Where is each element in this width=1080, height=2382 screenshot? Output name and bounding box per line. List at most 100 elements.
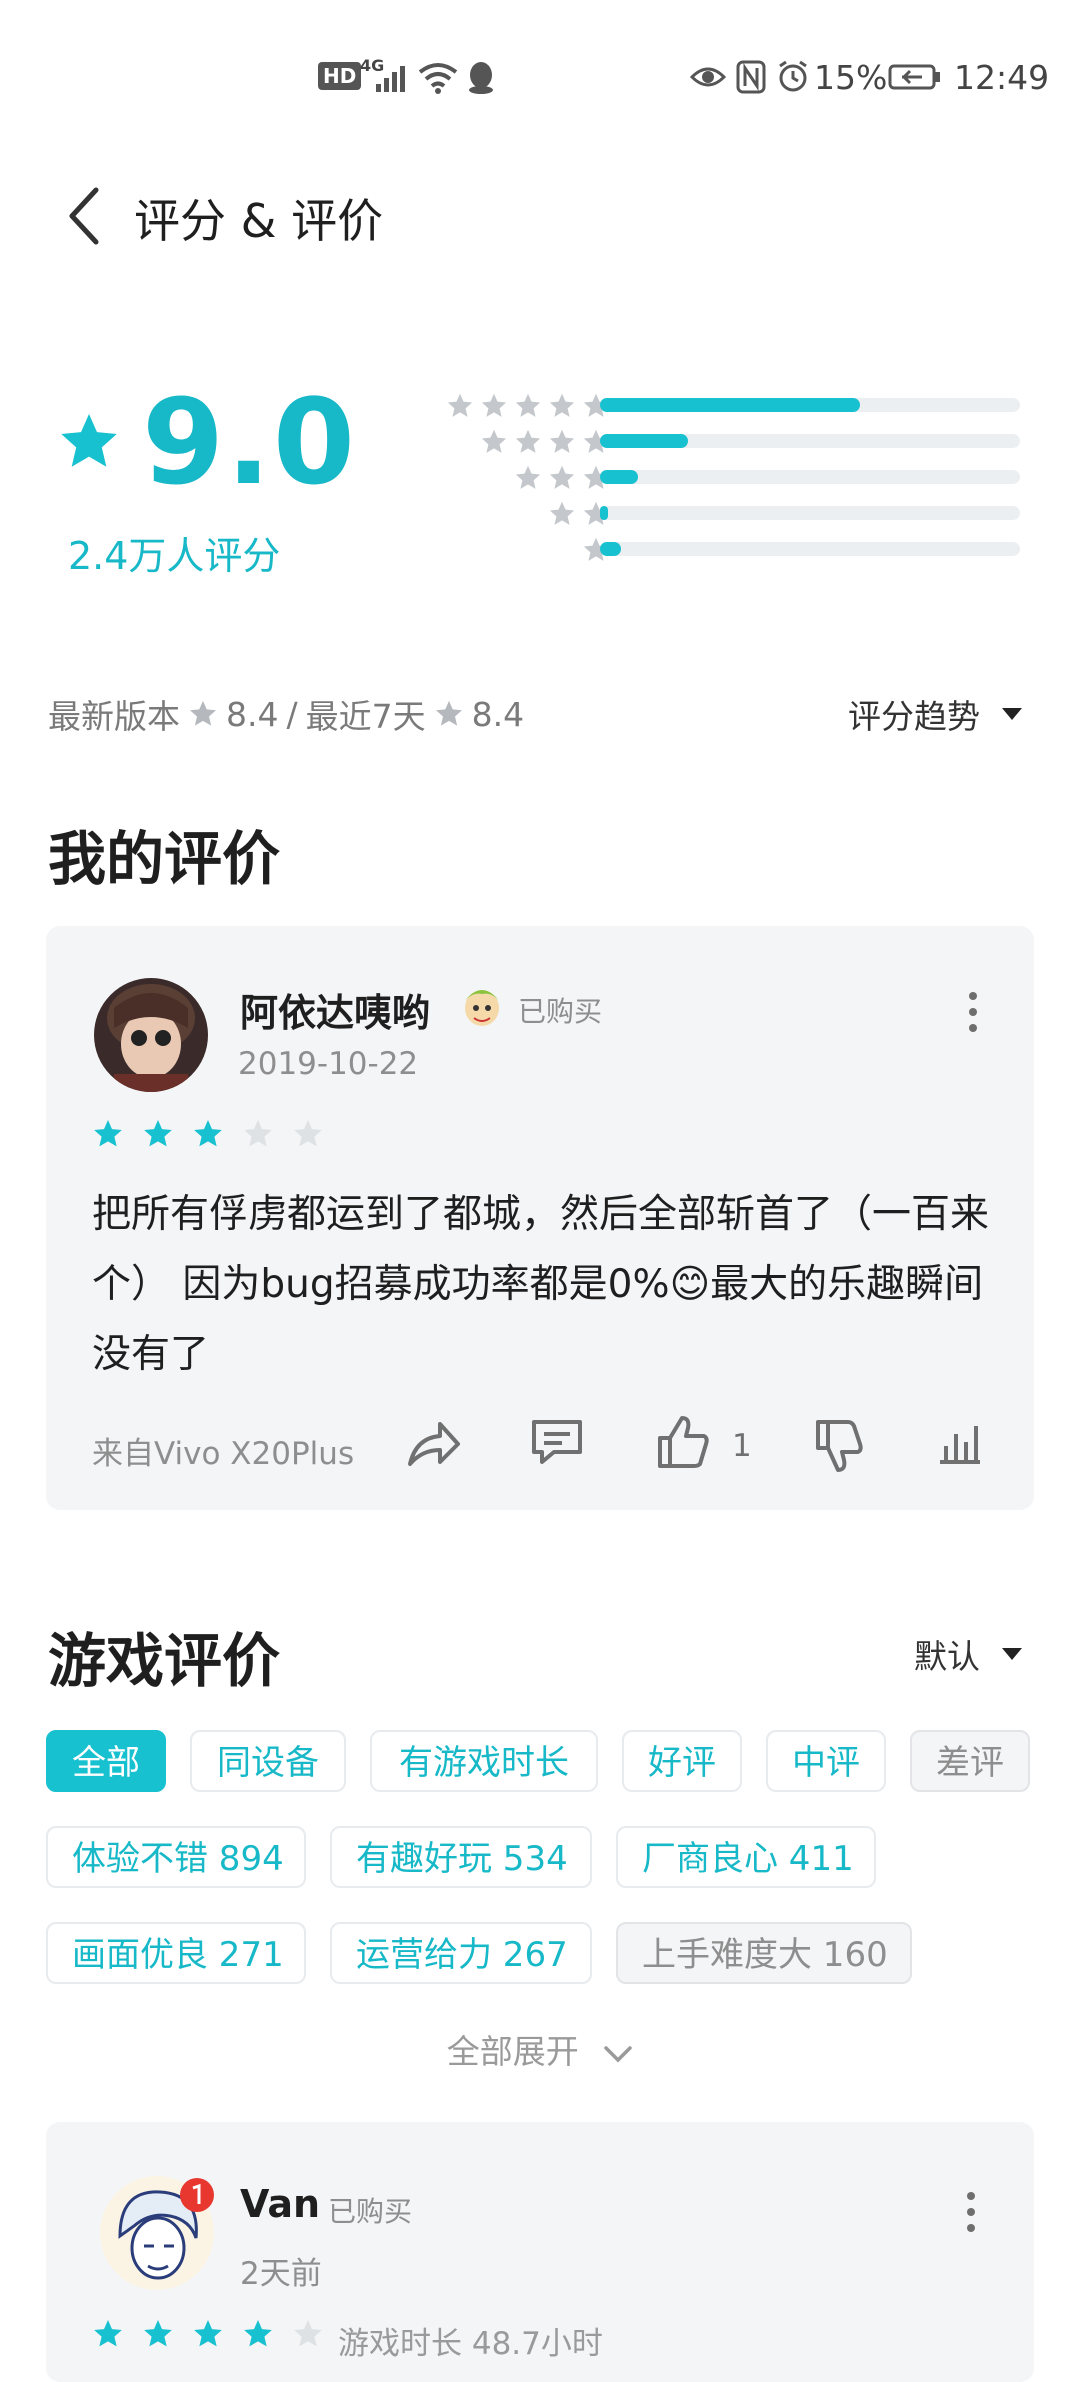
star-icon — [481, 393, 507, 417]
filter-chip-1[interactable]: 同设备 — [190, 1730, 346, 1792]
tag-chip-1[interactable]: 有趣好玩 534 — [330, 1826, 592, 1888]
alarm-icon — [779, 60, 807, 92]
notification-badge-icon — [180, 2178, 214, 2212]
rating-trend-dropdown[interactable]: 评分趋势 — [848, 690, 1022, 738]
distribution-bar-fill — [600, 398, 861, 412]
expand-all-button[interactable]: 全部展开 — [0, 2025, 1080, 2073]
user-badge-icon — [464, 990, 500, 1026]
star-icon — [515, 393, 541, 417]
distribution-row-1-stars — [380, 536, 1020, 564]
distribution-bar-fill — [600, 434, 689, 448]
overall-score: 9.0 — [142, 373, 358, 511]
reviewer-name: Van — [240, 2182, 321, 2226]
filter-chip-3[interactable]: 好评 — [622, 1730, 742, 1792]
reviewer-name: 阿依达咦哟 — [240, 991, 431, 1035]
my-review-heading: 我的评价 — [48, 825, 281, 893]
more-options-icon[interactable] — [966, 2192, 976, 2232]
star-icon — [447, 393, 473, 417]
like-icon[interactable] — [656, 1414, 710, 1470]
eye-icon — [690, 67, 726, 87]
share-icon[interactable] — [406, 1418, 462, 1470]
device-source: 来自Vivo X20Plus — [92, 1436, 355, 1472]
star-icon — [481, 429, 507, 453]
star-icon — [549, 501, 575, 525]
distribution-stars — [514, 464, 610, 492]
distribution-bar-track — [600, 470, 1020, 484]
star-icon — [549, 429, 575, 453]
tag-chip-3[interactable]: 画面优良 271 — [46, 1922, 306, 1984]
qq-icon — [469, 62, 493, 94]
filter-chip-0[interactable]: 全部 — [46, 1730, 166, 1792]
tag-chip-5[interactable]: 上手难度大 160 — [616, 1922, 912, 1984]
latest-version-label: 最新版本 — [48, 697, 180, 736]
distribution-row-2-stars — [380, 500, 1020, 528]
distribution-bar-fill — [600, 470, 638, 484]
review-card: Van 已购买 2天前 游戏时长 48.7小时 — [46, 2122, 1034, 2382]
latest-version-score: 8.4 — [226, 694, 279, 734]
purchased-badge: 已购买 — [328, 2195, 413, 2228]
star-icon — [144, 2320, 172, 2347]
distribution-bar-track — [600, 434, 1020, 448]
wifi-icon — [418, 63, 458, 94]
star-icon — [94, 1120, 122, 1147]
dropdown-arrow-icon — [1002, 708, 1022, 720]
nfc-icon — [736, 60, 766, 94]
stats-icon[interactable] — [936, 1420, 984, 1466]
like-count: 1 — [732, 1428, 752, 1464]
distribution-row-4-stars — [380, 428, 1020, 456]
recent-label: 最近7天 — [305, 697, 426, 736]
review-rating — [92, 2318, 324, 2350]
review-date: 2019-10-22 — [238, 1046, 419, 1082]
star-icon — [144, 1120, 172, 1147]
comment-icon[interactable] — [530, 1416, 584, 1468]
status-bar: HD 4G 15% 12:49 — [0, 52, 1080, 102]
dislike-icon[interactable] — [814, 1418, 864, 1474]
star-icon — [549, 465, 575, 489]
distribution-stars — [446, 392, 610, 420]
battery-percent: 15% — [814, 58, 888, 97]
hd-icon: HD — [318, 62, 362, 90]
battery-charging-icon — [888, 64, 940, 90]
version-scores: 最新版本 8.4 / 最近7天 8.4 — [48, 690, 524, 738]
separator: / — [286, 694, 298, 734]
filter-chip-2[interactable]: 有游戏时长 — [370, 1730, 598, 1792]
distribution-bar-fill — [600, 542, 621, 556]
signal-icon — [376, 66, 405, 92]
star-icon — [515, 429, 541, 453]
rating-count: 2.4万人评分 — [68, 534, 281, 578]
distribution-row-3-stars — [380, 464, 1020, 492]
chevron-down-icon — [604, 2045, 632, 2062]
sort-dropdown[interactable]: 默认 — [914, 1630, 1022, 1678]
tag-chip-4[interactable]: 运营给力 267 — [330, 1922, 592, 1984]
my-review-card: 阿依达咦哟 已购买 2019-10-22 把所有俘虏都运到了都城，然后全部斩首了… — [46, 926, 1034, 1510]
star-icon — [549, 393, 575, 417]
filter-chip-4[interactable]: 中评 — [766, 1730, 886, 1792]
review-text: 把所有俘虏都运到了都城，然后全部斩首了（一百来个） 因为bug招募成功率都是0%… — [92, 1192, 990, 1377]
star-icon — [244, 2320, 272, 2347]
game-reviews-heading: 游戏评价 — [48, 1627, 281, 1695]
avatar[interactable] — [94, 978, 208, 1092]
score-star-icon — [61, 414, 117, 467]
tag-chip-2[interactable]: 厂商良心 411 — [616, 1826, 876, 1888]
recent-score: 8.4 — [471, 694, 525, 734]
distribution-bar-fill — [600, 506, 609, 520]
review-date: 2天前 — [240, 2256, 322, 2292]
back-icon[interactable] — [64, 186, 104, 246]
star-icon — [435, 700, 462, 726]
dropdown-arrow-icon — [1002, 1648, 1022, 1660]
clock: 12:49 — [954, 58, 1050, 97]
review-rating — [92, 1118, 324, 1150]
star-icon — [194, 2320, 222, 2347]
star-icon — [194, 1120, 222, 1147]
distribution-stars — [480, 428, 610, 456]
star-icon — [294, 1120, 322, 1147]
play-time: 游戏时长 48.7小时 — [338, 2326, 603, 2362]
star-icon — [94, 2320, 122, 2347]
tag-chip-0[interactable]: 体验不错 894 — [46, 1826, 306, 1888]
distribution-bar-track — [600, 506, 1020, 520]
star-icon — [190, 700, 216, 726]
trend-label: 评分趋势 — [848, 697, 980, 736]
filter-chip-5[interactable]: 差评 — [910, 1730, 1030, 1792]
more-options-icon[interactable] — [968, 992, 978, 1032]
page-title: 评分 & 评价 — [134, 194, 384, 248]
